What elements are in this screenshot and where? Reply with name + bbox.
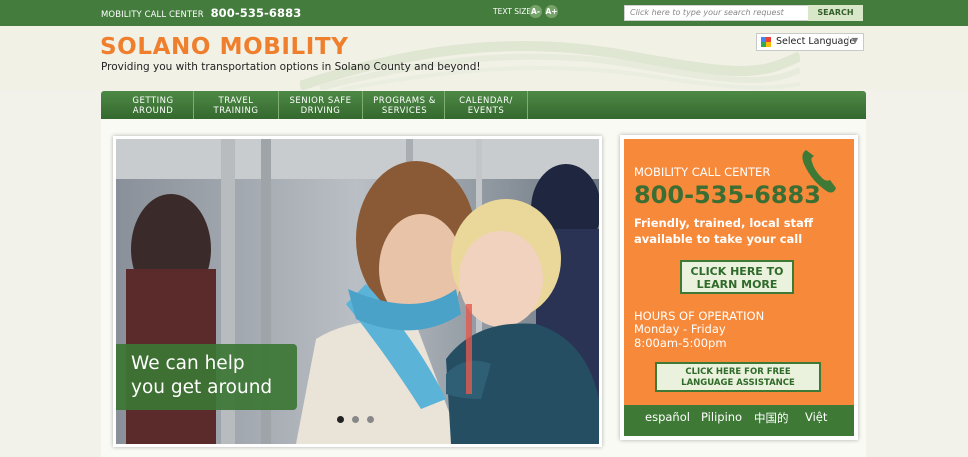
- nav-item-calendar-events[interactable]: CALENDAR/EVENTS: [446, 94, 526, 118]
- nav-label-line2: DRIVING: [300, 106, 341, 116]
- text-size-decrease-button[interactable]: A-: [529, 5, 542, 18]
- nav-label-line1: TRAVEL: [218, 96, 254, 106]
- google-translate-icon: [761, 37, 771, 47]
- text-size-increase-button[interactable]: A+: [545, 5, 558, 18]
- nav-divider: [193, 91, 194, 119]
- nav-item-programs-services[interactable]: PROGRAMS & SERVICES: [364, 94, 445, 118]
- call-center-label: MOBILITY CALL CENTER: [101, 10, 204, 20]
- language-link-spanish[interactable]: español: [645, 410, 690, 424]
- call-center-number[interactable]: 800-535-6883: [211, 6, 302, 20]
- top-bar: MOBILITY CALL CENTER 800-535-6883 TEXT S…: [0, 0, 968, 26]
- chevron-down-icon: ▼: [848, 36, 858, 45]
- nav-label-line2: EVENTS: [467, 106, 505, 116]
- language-assistance-line1: CLICK HERE FOR FREE: [685, 367, 791, 377]
- nav-label-line2: TRAINING: [213, 106, 259, 116]
- site-logo[interactable]: SOLANO MOBILITY: [100, 34, 348, 60]
- nav-label-line2: AROUND: [132, 106, 174, 116]
- nav-label-line1: GETTING: [132, 96, 174, 106]
- hero-caption: We can help you get around: [116, 344, 297, 410]
- text-size-label: TEXT SIZE: [493, 7, 532, 16]
- panel-description: Friendly, trained, local staff available…: [634, 216, 814, 246]
- nav-divider: [278, 91, 279, 119]
- language-link-filipino[interactable]: Pilipino: [701, 410, 742, 424]
- learn-more-line2: LEARN MORE: [696, 278, 778, 291]
- nav-label-line1: SENIOR SAFE: [289, 96, 352, 106]
- slider-dot-active[interactable]: [337, 416, 344, 423]
- hours-heading: HOURS OF OPERATION: [634, 309, 765, 323]
- learn-more-line1: CLICK HERE TO: [690, 265, 784, 278]
- nav-label-line2: SERVICES: [381, 106, 428, 116]
- nav-label-line1: PROGRAMS &: [373, 96, 436, 106]
- hours-time: 8:00am-5:00pm: [634, 336, 727, 350]
- nav-divider: [362, 91, 363, 119]
- nav-item-senior-safe-driving[interactable]: SENIOR SAFE DRIVING: [280, 94, 361, 118]
- top-call-center: MOBILITY CALL CENTER 800-535-6883: [101, 6, 301, 20]
- nav-item-travel-training[interactable]: TRAVEL TRAINING: [195, 94, 277, 118]
- language-assistance-button[interactable]: CLICK HERE FOR FREE LANGUAGE ASSISTANCE: [655, 362, 821, 392]
- main-nav: GETTING AROUND TRAVEL TRAINING SENIOR SAFE…: [101, 91, 866, 119]
- language-link-vietnamese[interactable]: Việt: [805, 410, 827, 424]
- hours-days: Monday - Friday: [634, 322, 726, 336]
- site-tagline: Providing you with transportation option…: [101, 61, 481, 73]
- learn-more-button[interactable]: CLICK HERE TO LEARN MORE: [680, 260, 794, 294]
- search-button[interactable]: SEARCH: [808, 5, 863, 21]
- language-link-chinese[interactable]: 中国的: [754, 410, 789, 426]
- language-select[interactable]: Select Language ▼: [756, 33, 864, 51]
- nav-divider: [527, 91, 528, 119]
- slider-dot[interactable]: [367, 416, 374, 423]
- language-select-label: Select Language: [776, 36, 856, 47]
- header-swoosh-decoration: [300, 41, 800, 90]
- hero-caption-line1: We can help: [131, 353, 245, 374]
- nav-divider: [444, 91, 445, 119]
- nav-label-line1: CALENDAR/: [459, 96, 513, 106]
- language-assistance-line2: LANGUAGE ASSISTANCE: [681, 378, 795, 388]
- hero-caption-line2: you get around: [131, 377, 273, 398]
- slider-dot[interactable]: [352, 416, 359, 423]
- panel-phone-number[interactable]: 800-535-6883: [634, 181, 821, 209]
- nav-item-getting-around[interactable]: GETTING AROUND: [115, 94, 191, 118]
- panel-title: MOBILITY CALL CENTER: [634, 165, 771, 179]
- search-input[interactable]: Click here to type your search request: [624, 5, 809, 21]
